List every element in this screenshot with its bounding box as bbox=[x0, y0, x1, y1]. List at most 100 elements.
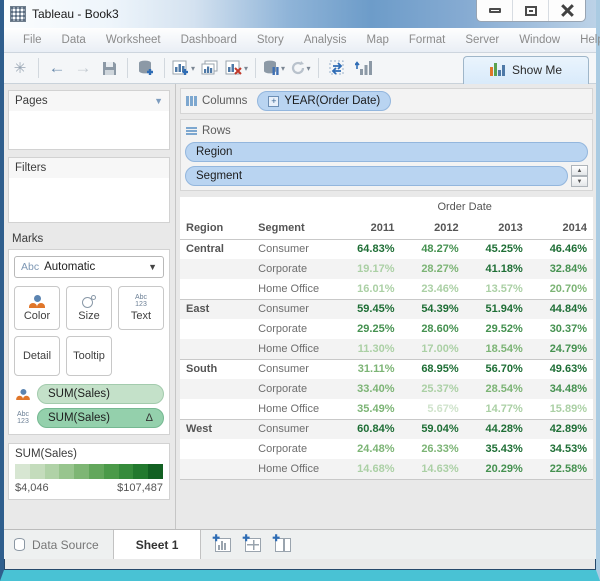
region-row-label[interactable]: Central bbox=[180, 239, 252, 259]
show-me-button[interactable]: Show Me bbox=[463, 56, 589, 85]
new-worksheet-button[interactable]: ▾ bbox=[172, 56, 195, 80]
segment-row-label[interactable]: Home Office bbox=[252, 339, 336, 359]
value-cell[interactable]: 26.33% bbox=[400, 439, 464, 459]
pill-segment[interactable]: Segment bbox=[185, 166, 568, 186]
value-cell[interactable]: 24.48% bbox=[336, 439, 400, 459]
value-cell[interactable]: 25.37% bbox=[400, 379, 464, 399]
segment-row-label[interactable]: Consumer bbox=[252, 359, 336, 379]
pill-year-order-date[interactable]: + YEAR(Order Date) bbox=[257, 91, 391, 111]
value-cell[interactable]: 51.94% bbox=[465, 299, 529, 319]
expand-icon[interactable]: + bbox=[268, 96, 279, 107]
value-cell[interactable]: 28.27% bbox=[400, 259, 464, 279]
value-cell[interactable]: 60.84% bbox=[336, 419, 400, 439]
new-worksheet-tab-icon[interactable]: ✚ bbox=[215, 538, 231, 552]
refresh-button[interactable]: ▾ bbox=[289, 56, 311, 80]
value-cell[interactable]: 42.89% bbox=[529, 419, 593, 439]
value-cell[interactable]: 56.70% bbox=[465, 359, 529, 379]
pages-shelf[interactable]: Pages ▼ bbox=[8, 90, 170, 150]
value-cell[interactable]: 20.29% bbox=[465, 459, 529, 479]
segment-row-label[interactable]: Home Office bbox=[252, 399, 336, 419]
year-header[interactable]: 2011 bbox=[336, 217, 400, 239]
value-cell[interactable]: 34.53% bbox=[529, 439, 593, 459]
value-cell[interactable]: 15.89% bbox=[529, 399, 593, 419]
pause-updates-button[interactable]: ▾ bbox=[263, 56, 285, 80]
segment-row-label[interactable]: Home Office bbox=[252, 279, 336, 299]
text-pill-sum-sales[interactable]: SUM(Sales) Δ bbox=[37, 408, 164, 428]
value-cell[interactable]: 32.84% bbox=[529, 259, 593, 279]
value-cell[interactable]: 41.18% bbox=[465, 259, 529, 279]
order-date-header[interactable]: Order Date bbox=[336, 197, 593, 217]
region-column-header[interactable]: Region bbox=[180, 217, 252, 239]
tableau-logo-icon[interactable]: ✳ bbox=[9, 56, 31, 80]
add-data-source-button[interactable] bbox=[135, 56, 157, 80]
segment-row-label[interactable]: Corporate bbox=[252, 439, 336, 459]
value-cell[interactable]: 33.40% bbox=[336, 379, 400, 399]
filters-shelf[interactable]: Filters bbox=[8, 157, 170, 223]
scroll-down-button[interactable]: ▼ bbox=[571, 176, 588, 187]
value-cell[interactable]: 35.49% bbox=[336, 399, 400, 419]
value-cell[interactable]: 28.60% bbox=[400, 319, 464, 339]
chevron-down-icon[interactable]: ▼ bbox=[154, 96, 163, 106]
value-cell[interactable]: 14.68% bbox=[336, 459, 400, 479]
menu-item-server[interactable]: Server bbox=[456, 31, 508, 49]
year-header[interactable]: 2013 bbox=[465, 217, 529, 239]
value-cell[interactable]: 28.54% bbox=[465, 379, 529, 399]
value-cell[interactable]: 29.25% bbox=[336, 319, 400, 339]
new-dashboard-icon[interactable]: ✚ bbox=[245, 538, 261, 552]
menu-item-dashboard[interactable]: Dashboard bbox=[172, 31, 246, 49]
menu-item-format[interactable]: Format bbox=[400, 31, 454, 49]
region-row-label[interactable]: East bbox=[180, 299, 252, 319]
year-header[interactable]: 2014 bbox=[529, 217, 593, 239]
value-cell[interactable]: 23.46% bbox=[400, 279, 464, 299]
segment-row-label[interactable]: Consumer bbox=[252, 299, 336, 319]
segment-row-label[interactable]: Consumer bbox=[252, 419, 336, 439]
menu-item-window[interactable]: Window bbox=[510, 31, 569, 49]
value-cell[interactable]: 13.57% bbox=[465, 279, 529, 299]
value-cell[interactable]: 35.43% bbox=[465, 439, 529, 459]
tab-data-source[interactable]: Data Source bbox=[4, 530, 113, 559]
color-button[interactable]: Color bbox=[14, 286, 60, 330]
segment-column-header[interactable]: Segment bbox=[252, 217, 336, 239]
value-cell[interactable]: 68.95% bbox=[400, 359, 464, 379]
value-cell[interactable]: 5.67% bbox=[400, 399, 464, 419]
color-pill-sum-sales[interactable]: SUM(Sales) bbox=[37, 384, 164, 404]
minimize-button[interactable] bbox=[477, 0, 513, 21]
filters-drop-area[interactable] bbox=[9, 178, 169, 222]
menu-item-analysis[interactable]: Analysis bbox=[295, 31, 356, 49]
value-cell[interactable]: 24.79% bbox=[529, 339, 593, 359]
region-row-label[interactable]: West bbox=[180, 419, 252, 439]
value-cell[interactable]: 17.00% bbox=[400, 339, 464, 359]
value-cell[interactable]: 14.77% bbox=[465, 399, 529, 419]
value-cell[interactable]: 45.25% bbox=[465, 239, 529, 259]
value-cell[interactable]: 48.27% bbox=[400, 239, 464, 259]
tooltip-button[interactable]: Tooltip bbox=[66, 336, 112, 376]
value-cell[interactable]: 59.45% bbox=[336, 299, 400, 319]
value-cell[interactable]: 31.11% bbox=[336, 359, 400, 379]
value-cell[interactable]: 44.28% bbox=[465, 419, 529, 439]
value-cell[interactable]: 46.46% bbox=[529, 239, 593, 259]
close-button[interactable] bbox=[549, 0, 585, 21]
menu-item-help[interactable]: Help bbox=[571, 31, 600, 49]
year-header[interactable]: 2012 bbox=[400, 217, 464, 239]
value-cell[interactable]: 11.30% bbox=[336, 339, 400, 359]
redo-button[interactable]: → bbox=[72, 56, 94, 80]
pages-drop-area[interactable] bbox=[9, 111, 169, 149]
text-button[interactable]: Abc123 Text bbox=[118, 286, 164, 330]
restore-button[interactable] bbox=[513, 0, 549, 21]
detail-button[interactable]: Detail bbox=[14, 336, 60, 376]
menu-item-map[interactable]: Map bbox=[358, 31, 398, 49]
tab-sheet1[interactable]: Sheet 1 bbox=[114, 530, 202, 559]
menu-item-worksheet[interactable]: Worksheet bbox=[97, 31, 170, 49]
value-cell[interactable]: 20.70% bbox=[529, 279, 593, 299]
sort-ascending-button[interactable] bbox=[352, 56, 374, 80]
value-cell[interactable]: 49.63% bbox=[529, 359, 593, 379]
region-row-label[interactable]: South bbox=[180, 359, 252, 379]
size-button[interactable]: Size bbox=[66, 286, 112, 330]
segment-row-label[interactable]: Consumer bbox=[252, 239, 336, 259]
segment-row-label[interactable]: Corporate bbox=[252, 319, 336, 339]
segment-row-label[interactable]: Corporate bbox=[252, 259, 336, 279]
color-legend-card[interactable]: SUM(Sales) $4,046 $107,487 bbox=[8, 443, 170, 500]
segment-row-label[interactable]: Home Office bbox=[252, 459, 336, 479]
rows-shelf[interactable]: Rows Region Segment ▲ ▼ bbox=[180, 119, 593, 191]
clear-sheet-button[interactable]: ▾ bbox=[225, 56, 248, 80]
